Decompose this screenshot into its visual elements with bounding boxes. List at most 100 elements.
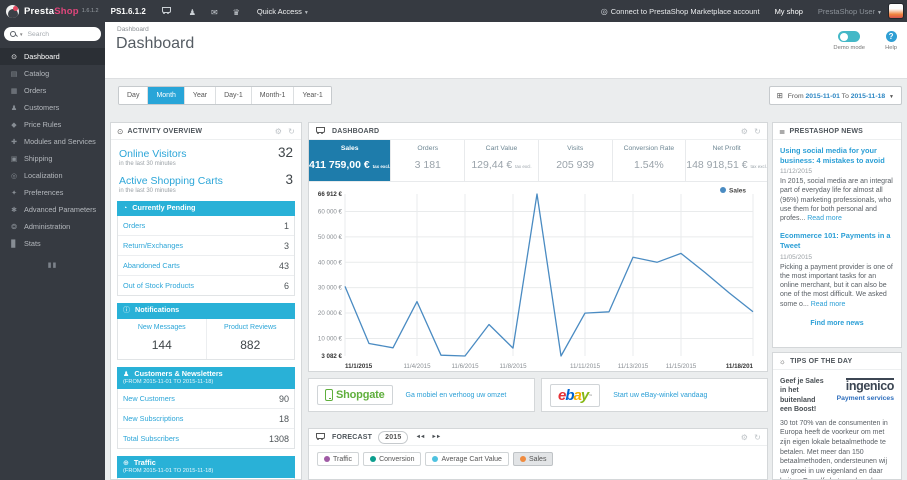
- shop-name[interactable]: PS1.6.1.2: [111, 7, 146, 16]
- sidebar-item-stats[interactable]: ▊ Stats: [0, 235, 105, 252]
- prestashop-logo-icon: [6, 4, 19, 18]
- previous-year-button[interactable]: ◄◄: [415, 434, 425, 440]
- marketplace-link[interactable]: ◎ Connect to PrestaShop Marketplace accou…: [601, 7, 760, 16]
- pending-item-link[interactable]: Abandoned Carts: [123, 261, 180, 270]
- sidebar-item-label: Preferences: [24, 188, 64, 197]
- sidebar-item-label: Modules and Services: [24, 137, 96, 146]
- sidebar-item-catalog[interactable]: ▤ Catalog: [0, 65, 105, 82]
- avatar[interactable]: [888, 3, 904, 19]
- refresh-icon[interactable]: ↻: [754, 433, 761, 442]
- achievements-icon[interactable]: ♛: [233, 8, 240, 17]
- news-article-title[interactable]: Using social media for your business: 4 …: [780, 146, 894, 165]
- pending-item-value: 3: [283, 240, 289, 251]
- collapse-menu-button[interactable]: ▮▮: [0, 261, 105, 269]
- employees-icon[interactable]: ♟: [189, 8, 196, 17]
- svg-text:30 000 €: 30 000 €: [318, 285, 343, 292]
- customers-item-link[interactable]: New Subscriptions: [123, 414, 183, 423]
- date-range-picker[interactable]: ⊞ From 2015-11-01 To 2015-11-18 ▼: [768, 86, 902, 105]
- sidebar-item-modules-and-services[interactable]: ✚ Modules and Services: [0, 133, 105, 150]
- ebay-letter: y: [580, 386, 589, 404]
- find-more-news-link[interactable]: Find more news: [773, 320, 901, 327]
- legend-label: Conversion: [379, 455, 415, 463]
- sidebar-item-advanced-parameters[interactable]: ✱ Advanced Parameters: [0, 201, 105, 218]
- gear-icon[interactable]: ⚙: [741, 127, 748, 136]
- kpi-sales[interactable]: Sales 411 759,00 € tax excl.: [309, 140, 392, 181]
- forecast-toggle-sales[interactable]: Sales: [512, 452, 554, 466]
- gear-icon[interactable]: ⚙: [275, 127, 282, 136]
- kpi-net-profit[interactable]: Net Profit 148 918,51 € tax excl.: [686, 140, 767, 181]
- sidebar-nav: ⊙ Dashboard ▤ Catalog ▦ Orders ♟ Customers ◆ Pric…: [0, 48, 105, 252]
- brand-version: 1.6.1.2: [81, 8, 99, 14]
- forecast-legend: Traffic Conversion Average Cart Value Sales: [309, 446, 767, 472]
- new-messages-link[interactable]: New Messages: [118, 324, 206, 331]
- sidebar-search[interactable]: ▼: [4, 27, 101, 41]
- range-button-year-1[interactable]: Year-1: [294, 87, 331, 104]
- sidebar-item-orders[interactable]: ▦ Orders: [0, 82, 105, 99]
- read-more-link[interactable]: Read more: [811, 301, 846, 308]
- user-menu[interactable]: PrestaShop User ▼: [818, 7, 882, 16]
- kpi-orders[interactable]: Orders 3 181: [391, 140, 466, 181]
- refresh-icon[interactable]: ↻: [288, 127, 295, 136]
- sidebar-item-dashboard[interactable]: ⊙ Dashboard: [0, 48, 105, 65]
- forecast-toggle-traffic[interactable]: Traffic: [317, 452, 360, 466]
- page-title: Dashboard: [116, 35, 195, 52]
- range-button-day[interactable]: Day: [119, 87, 149, 104]
- next-year-button[interactable]: ►►: [431, 434, 441, 440]
- forecast-toggle-conversion[interactable]: Conversion: [363, 452, 422, 466]
- range-button-year[interactable]: Year: [184, 87, 217, 104]
- legend-label: Traffic: [333, 455, 353, 463]
- forecast-toggle-average-cart-value[interactable]: Average Cart Value: [425, 452, 509, 466]
- customers-item-link[interactable]: Total Subscribers: [123, 434, 179, 443]
- search-input[interactable]: [27, 30, 95, 38]
- news-list: Using social media for your business: 4 …: [773, 140, 901, 311]
- legend-dot: [519, 456, 526, 462]
- pending-item-link[interactable]: Return/Exchanges: [123, 241, 183, 250]
- messages-icon[interactable]: ✉: [211, 8, 218, 17]
- sidebar-item-customers[interactable]: ♟ Customers: [0, 99, 105, 116]
- product-reviews-link[interactable]: Product Reviews: [207, 324, 295, 331]
- activity-icon: ⊙: [117, 126, 124, 136]
- sidebar-item-price-rules[interactable]: ◆ Price Rules: [0, 116, 105, 133]
- gear-icon[interactable]: ⚙: [741, 433, 748, 442]
- news-article-title[interactable]: Ecommerce 101: Payments in a Tweet: [780, 231, 894, 250]
- ebay-link[interactable]: Start uw eBay-winkel vandaag: [613, 392, 707, 399]
- demo-mode-label: Demo mode: [833, 45, 865, 51]
- cart-icon[interactable]: [161, 6, 174, 16]
- read-more-link[interactable]: Read more: [807, 215, 842, 222]
- pending-item-link[interactable]: Out of Stock Products: [123, 281, 194, 290]
- chevron-down-icon: ▼: [877, 9, 882, 16]
- range-button-day-1[interactable]: Day-1: [216, 87, 252, 104]
- sidebar-item-shipping[interactable]: ▣ Shipping: [0, 150, 105, 167]
- kpi-conversion-rate[interactable]: Conversion Rate 1.54%: [613, 140, 687, 181]
- quick-access-menu[interactable]: Quick Access ▼: [257, 7, 309, 16]
- ingenico-logo: ingenico Payment services: [836, 378, 894, 402]
- sidebar-item-label: Localization: [24, 171, 63, 180]
- news-article-date: 11/12/2015: [780, 168, 813, 176]
- breadcrumb[interactable]: Dashboard: [117, 26, 149, 33]
- online-visitors-link[interactable]: Online Visitors: [119, 148, 187, 160]
- range-button-month[interactable]: Month: [148, 87, 185, 104]
- price-rules-icon: ◆: [11, 121, 17, 129]
- range-button-month-1[interactable]: Month-1: [251, 87, 295, 104]
- active-carts-value: 3: [285, 172, 293, 187]
- sidebar-item-preferences[interactable]: ✦ Preferences: [0, 184, 105, 201]
- legend-dot: [370, 456, 377, 462]
- active-carts-link[interactable]: Active Shopping Carts: [119, 175, 223, 187]
- kpi-visits[interactable]: Visits 205 939: [539, 140, 613, 181]
- demo-mode-toggle[interactable]: [838, 31, 861, 42]
- help-icon[interactable]: ?: [885, 31, 897, 42]
- my-shop-link[interactable]: My shop: [775, 7, 803, 16]
- kpi-cart-value[interactable]: Cart Value 129,44 € tax excl.: [465, 140, 539, 181]
- customers-item-link[interactable]: New Customers: [123, 394, 175, 403]
- refresh-icon[interactable]: ↻: [754, 127, 761, 136]
- pending-item-link[interactable]: Orders: [123, 221, 145, 230]
- svg-text:40 000 €: 40 000 €: [318, 259, 343, 266]
- calendar-icon: ⊞: [776, 91, 783, 100]
- svg-text:10 000 €: 10 000 €: [318, 335, 343, 342]
- search-icon: [10, 30, 17, 38]
- shopgate-link[interactable]: Ga mobiel en verhoog uw omzet: [406, 392, 507, 399]
- svg-text:Sales: Sales: [729, 188, 746, 195]
- sidebar-item-administration[interactable]: ❂ Administration: [0, 218, 105, 235]
- forecast-panel: FORECAST 2015 ◄◄ ►► ⚙ ↻ Traffic Conversion…: [308, 428, 768, 480]
- sidebar-item-localization[interactable]: ◎ Localization: [0, 167, 105, 184]
